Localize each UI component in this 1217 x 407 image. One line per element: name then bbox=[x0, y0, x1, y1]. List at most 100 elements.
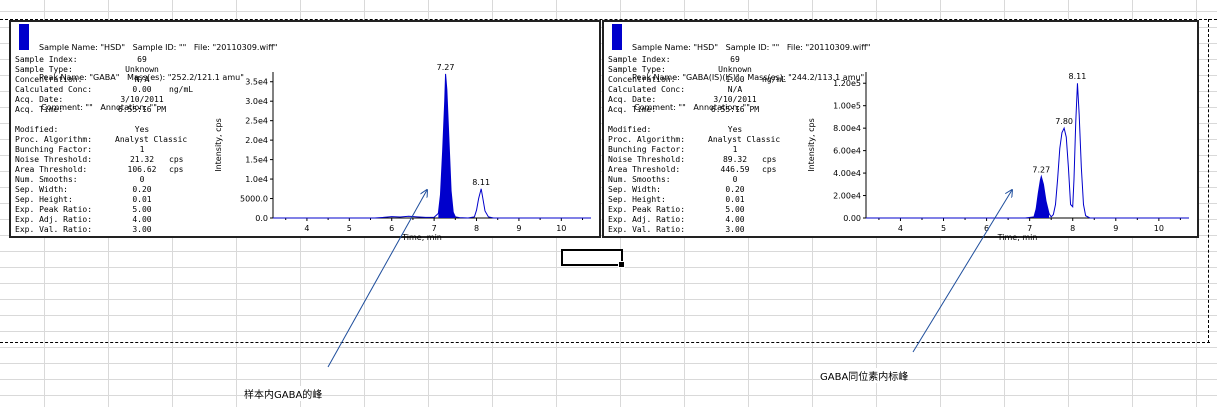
param-row: Concentration: N/A bbox=[15, 75, 193, 85]
param-value: 0.20 bbox=[725, 185, 745, 194]
peak-label: 8.11 bbox=[472, 178, 490, 187]
param-value: 3.00 bbox=[725, 225, 745, 234]
y-tick-label: 6.00e4 bbox=[833, 147, 861, 156]
peak-label: 7.27 bbox=[437, 63, 455, 72]
param-row: Exp. Val. Ratio: 3.00 bbox=[608, 225, 786, 235]
param-label: Sample Type: bbox=[15, 65, 73, 74]
processing-parameters: Sample Index: 69 Sample Type: Unknown Concen… bbox=[15, 55, 193, 235]
param-label: Sep. Width: bbox=[608, 185, 661, 194]
param-row: Acq. Date: 3/10/2011 bbox=[15, 95, 193, 105]
chromatogram-panel-gaba[interactable]: Sample Name: "HSD" Sample ID: "" File: "… bbox=[9, 20, 601, 242]
param-value: Analyst Classic bbox=[708, 135, 781, 144]
param-row: Bunching Factor: 1 bbox=[608, 145, 786, 155]
param-row: Sample Index: 69 bbox=[15, 55, 193, 65]
param-value: 3/10/2011 bbox=[713, 95, 757, 104]
param-row: Calculated Conc: 0.00 ng/mL bbox=[15, 85, 193, 95]
param-value: 0 bbox=[139, 175, 145, 184]
param-value: 0.20 bbox=[132, 185, 152, 194]
x-tick-label: 8 bbox=[474, 224, 479, 233]
peak-label: 7.27 bbox=[1032, 165, 1050, 174]
peak-label: 7.80 bbox=[1055, 117, 1073, 126]
param-row: Sample Type: Unknown bbox=[15, 65, 193, 75]
param-value: 6:55:16 PM bbox=[117, 105, 167, 114]
param-label: Concentration: bbox=[608, 75, 676, 84]
param-label: Sample Index: bbox=[15, 55, 78, 64]
param-unit: cps bbox=[762, 165, 777, 174]
param-row: Modified: Yes bbox=[608, 125, 786, 135]
y-tick-label: 2.0e4 bbox=[245, 136, 268, 145]
param-row: Sep. Width: 0.20 bbox=[608, 185, 786, 195]
y-axis-label: Intensity, cps bbox=[214, 118, 223, 172]
annotation-sample-gaba-peak[interactable]: 样本内GABA的峰 bbox=[244, 386, 323, 401]
param-row: Exp. Adj. Ratio: 4.00 bbox=[15, 215, 193, 225]
param-row: Acq. Date: 3/10/2011 bbox=[608, 95, 786, 105]
param-label: Exp. Peak Ratio: bbox=[608, 205, 686, 214]
param-value: 5.00 bbox=[725, 205, 745, 214]
param-label: Bunching Factor: bbox=[15, 145, 93, 154]
series-line bbox=[866, 83, 1189, 219]
y-tick-label: 1.5e4 bbox=[245, 156, 268, 165]
param-row: Sep. Height: 0.01 bbox=[608, 195, 786, 205]
param-unit: ng/mL bbox=[169, 85, 194, 94]
param-label: Noise Threshold: bbox=[15, 155, 93, 164]
x-tick-label: 4 bbox=[898, 224, 903, 233]
param-value: 0.01 bbox=[132, 195, 152, 204]
param-value: 106.62 bbox=[127, 165, 157, 174]
param-label: Num. Smooths: bbox=[15, 175, 78, 184]
fill-handle[interactable] bbox=[618, 261, 625, 268]
y-tick-label: 3.0e4 bbox=[245, 97, 268, 106]
param-label: Exp. Val. Ratio: bbox=[608, 225, 686, 234]
chromatogram-chart-gaba-is: 0.00 2.00e4 4.00e4 6.00e4 8.00e4 1.00e5 1.20e5… bbox=[807, 72, 1189, 242]
param-row: Exp. Adj. Ratio: 4.00 bbox=[608, 215, 786, 225]
legend-color-swatch bbox=[612, 24, 622, 50]
y-tick-label: 5000.0 bbox=[240, 195, 268, 204]
param-value: 21.32 bbox=[129, 155, 155, 164]
x-tick-label: 6 bbox=[984, 224, 989, 233]
param-row: Area Threshold: 106.62 cps bbox=[15, 165, 193, 175]
selected-cell[interactable] bbox=[561, 249, 625, 268]
legend-color-swatch bbox=[19, 24, 29, 50]
param-value: 1 bbox=[732, 145, 738, 154]
y-tick-label: 0.00 bbox=[843, 214, 861, 223]
y-tick-label: 1.20e5 bbox=[833, 79, 861, 88]
param-value: N/A bbox=[727, 85, 743, 94]
param-row: Exp. Val. Ratio: 3.00 bbox=[15, 225, 193, 235]
param-row: Noise Threshold: 89.32 cps bbox=[608, 155, 786, 165]
param-value: 446.59 bbox=[720, 165, 750, 174]
param-value: Analyst Classic bbox=[115, 135, 188, 144]
param-label: Modified: bbox=[15, 125, 59, 134]
header-line: Sample Name: "HSD" Sample ID: "" File: "… bbox=[39, 43, 278, 52]
param-row: Sep. Height: 0.01 bbox=[15, 195, 193, 205]
param-label: Exp. Adj. Ratio: bbox=[608, 215, 686, 224]
param-value: Unknown bbox=[718, 65, 752, 74]
param-label: Acq. Time: bbox=[15, 105, 64, 114]
y-tick-label: 0.0 bbox=[255, 214, 268, 223]
x-axis-label: Time, min bbox=[997, 233, 1038, 242]
y-tick-label: 1.0e4 bbox=[245, 175, 268, 184]
param-label: Exp. Adj. Ratio: bbox=[15, 215, 93, 224]
param-row: Sep. Width: 0.20 bbox=[15, 185, 193, 195]
param-row: Exp. Peak Ratio: 5.00 bbox=[15, 205, 193, 215]
y-tick-label: 2.5e4 bbox=[245, 117, 268, 126]
param-unit: cps bbox=[762, 155, 777, 164]
param-value: 69 bbox=[137, 55, 147, 64]
param-value: Yes bbox=[134, 125, 150, 134]
param-label: Noise Threshold: bbox=[608, 155, 686, 164]
chromatogram-panel-gaba-is[interactable]: Sample Name: "HSD" Sample ID: "" File: "… bbox=[602, 20, 1199, 242]
x-tick-label: 7 bbox=[432, 224, 437, 233]
param-row: Num. Smooths: 0 bbox=[15, 175, 193, 185]
param-value: 1.00 bbox=[725, 75, 745, 84]
x-tick-label: 9 bbox=[1113, 224, 1118, 233]
param-label: Bunching Factor: bbox=[608, 145, 686, 154]
param-label: Sep. Height: bbox=[15, 195, 73, 204]
param-value: 0.01 bbox=[725, 195, 745, 204]
series-line bbox=[273, 73, 591, 219]
x-tick-label: 9 bbox=[516, 224, 521, 233]
param-row: Concentration: 1.00 ng/mL bbox=[608, 75, 786, 85]
param-label: Modified: bbox=[608, 125, 652, 134]
param-label: Acq. Time: bbox=[608, 105, 657, 114]
annotation-is-peak[interactable]: GABA同位素内标峰 bbox=[820, 368, 909, 383]
param-value: 6:55:16 PM bbox=[710, 105, 760, 114]
x-tick-label: 4 bbox=[304, 224, 309, 233]
y-tick-label: 3.5e4 bbox=[245, 78, 268, 87]
